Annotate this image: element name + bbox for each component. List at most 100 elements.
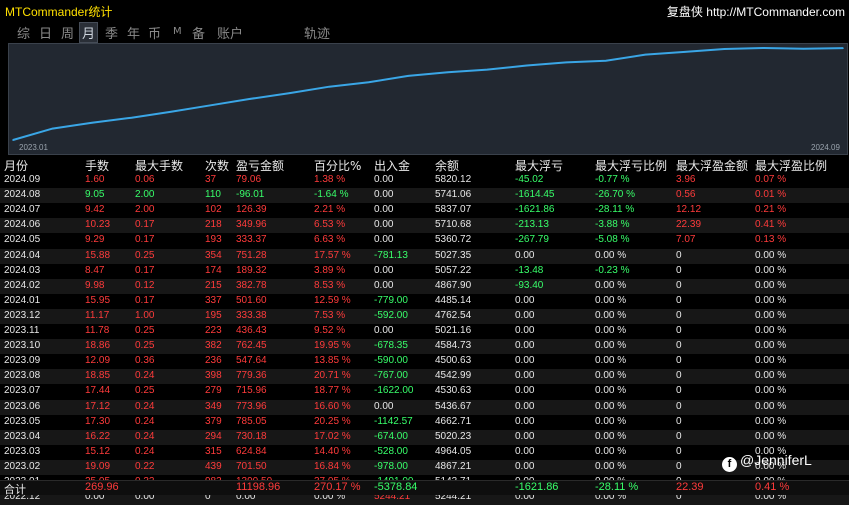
column-header-lots[interactable]: 手数 xyxy=(85,157,109,173)
cell-balance: 4662.71 xyxy=(435,415,472,427)
cell-pct: 1.38 % xyxy=(314,174,346,185)
column-header-max-float-loss-pct[interactable]: 最大浮亏比例 xyxy=(595,157,667,173)
table-row[interactable]: 2023.04 16.22 0.24 294 730.18 17.02 % -674.00 5… xyxy=(0,429,849,445)
cell-balance: 5057.22 xyxy=(435,264,472,276)
cell-pnl: 779.36 xyxy=(236,370,267,382)
tab-year[interactable]: 年 xyxy=(125,23,142,42)
column-header-pct[interactable]: 百分比% xyxy=(314,157,361,173)
column-header-pnl[interactable]: 盈亏金额 xyxy=(236,157,284,173)
cell-max-float-loss: 0.00 xyxy=(515,445,535,457)
cell-pnl: -96.01 xyxy=(236,189,265,201)
cell-max-float-loss-pct: 0.00 % xyxy=(595,355,627,367)
cell-max-lots: 0.24 xyxy=(135,415,155,427)
cell-count: 398 xyxy=(205,370,222,382)
tab-quarter[interactable]: 季 xyxy=(103,23,120,42)
tab-day[interactable]: 日 xyxy=(37,23,54,42)
watermark: f @JenniferL xyxy=(722,452,812,472)
cell-max-float-loss-pct: -0.23 % xyxy=(595,264,630,276)
cell-max-float-profit: 12.12 xyxy=(676,204,702,216)
cell-count: 193 xyxy=(205,234,222,246)
table-row[interactable]: 2024.02 9.98 0.12 215 382.78 8.53 % 0.00 4867.9… xyxy=(0,278,849,294)
table-row[interactable]: 2024.09 1.60 0.06 37 79.06 1.38 % 0.00 5820.12 -… xyxy=(0,173,849,188)
cell-max-float-loss: 0.00 xyxy=(515,385,535,397)
table-row[interactable]: 2023.07 17.44 0.25 279 715.96 18.77 % -1622.00… xyxy=(0,384,849,399)
cell-max-float-profit: 0 xyxy=(676,430,682,442)
table-row[interactable]: 2024.03 8.47 0.17 174 189.32 3.89 % 0.00 5057.2… xyxy=(0,264,849,279)
cell-max-lots: 0.25 xyxy=(135,325,155,336)
tab-overview[interactable]: 综 xyxy=(15,23,32,42)
column-header-count[interactable]: 次数 xyxy=(205,157,229,173)
cell-deposit: -590.00 xyxy=(374,355,408,367)
cell-pct: 6.63 % xyxy=(314,234,346,246)
cell-max-float-profit: 0 xyxy=(676,294,682,306)
table-row[interactable]: 2024.06 10.23 0.17 218 349.96 6.53 % 0.00 5710.… xyxy=(0,218,849,234)
cell-max-float-profit-pct: 0.00 % xyxy=(755,309,787,321)
column-header-max-float-profit-pct[interactable]: 最大浮盈比例 xyxy=(755,157,827,173)
table-row[interactable]: 2024.01 15.95 0.17 337 501.60 12.59 % -779.00 4… xyxy=(0,294,849,309)
column-header-max-float-loss[interactable]: 最大浮亏 xyxy=(515,157,563,173)
cell-max-float-profit-pct: 0.00 % xyxy=(755,249,787,261)
cell-max-lots: 0.22 xyxy=(135,460,155,472)
table-row[interactable]: 2023.06 17.12 0.24 349 773.96 16.60 % 0.00 5436… xyxy=(0,399,849,415)
brand[interactable]: 复盘侠 http://MTCommander.com xyxy=(667,3,845,20)
table-row[interactable]: 2023.08 18.85 0.24 398 779.36 20.71 % -767.00 4… xyxy=(0,369,849,385)
cell-max-lots: 0.06 xyxy=(135,174,155,185)
total-max-float-loss-pct: -28.11 % xyxy=(595,481,639,493)
cell-deposit: 0.00 xyxy=(374,204,394,216)
cell-max-float-profit: 0 xyxy=(676,309,682,321)
column-header-balance[interactable]: 余额 xyxy=(435,157,459,173)
tab-week[interactable]: 周 xyxy=(59,23,76,42)
cell-count: 223 xyxy=(205,325,222,336)
column-header-month[interactable]: 月份 xyxy=(4,157,28,173)
table-row[interactable]: 2024.05 9.29 0.17 193 333.37 6.63 % 0.00 5360.7… xyxy=(0,233,849,248)
cell-max-float-loss: -1614.45 xyxy=(515,189,555,201)
cell-max-float-loss-pct: 0.00 % xyxy=(595,430,627,442)
tab-notes[interactable]: 备 xyxy=(190,23,207,42)
column-header-deposit[interactable]: 出入金 xyxy=(374,157,410,173)
column-header-max-lots[interactable]: 最大手数 xyxy=(135,157,183,173)
facebook-icon: f xyxy=(722,457,737,472)
table-row[interactable]: 2023.11 11.78 0.25 223 436.43 9.52 % 0.00 5021.… xyxy=(0,324,849,339)
cell-max-float-profit: 3.96 xyxy=(676,174,696,185)
cell-max-float-loss: -213.13 xyxy=(515,219,549,231)
cell-deposit: -767.00 xyxy=(374,370,408,382)
table-row[interactable]: 2024.04 15.88 0.25 354 751.28 17.57 % -781.13 5… xyxy=(0,248,849,264)
equity-point xyxy=(842,47,844,49)
cell-max-float-profit-pct: 0.00 % xyxy=(755,370,787,382)
cell-lots: 15.88 xyxy=(85,249,111,261)
cell-balance: 4530.63 xyxy=(435,385,472,397)
cell-balance: 4762.54 xyxy=(435,309,472,321)
tab-currency[interactable]: 币 xyxy=(146,23,163,42)
cell-balance: 5436.67 xyxy=(435,400,472,412)
table-row[interactable]: 2023.05 17.30 0.24 379 785.05 20.25 % -1142.57… xyxy=(0,415,849,430)
cell-pct: 16.60 % xyxy=(314,400,351,412)
tab-m[interactable]: M xyxy=(171,26,184,37)
equity-point xyxy=(209,104,212,107)
table-row[interactable]: 2023.09 12.09 0.36 236 547.64 13.85 % -590.00 4… xyxy=(0,354,849,369)
equity-point xyxy=(446,71,449,74)
cell-max-float-loss: -267.79 xyxy=(515,234,549,246)
cell-pct: 20.25 % xyxy=(314,415,351,427)
tab-trajectory[interactable]: 轨迹 xyxy=(302,23,332,42)
brand-url[interactable]: http://MTCommander.com xyxy=(706,5,845,19)
cell-max-float-profit-pct: 0.01 % xyxy=(755,189,787,201)
cell-pnl: 715.96 xyxy=(236,385,267,397)
cell-deposit: -978.00 xyxy=(374,460,408,472)
tab-month[interactable]: 月 xyxy=(79,22,99,43)
cell-deposit: -674.00 xyxy=(374,430,408,442)
cell-lots: 17.44 xyxy=(85,385,111,397)
period-tabs: 综 日 周 月 季 年 币 M 备 账户 轨迹 xyxy=(0,20,849,43)
cell-count: 379 xyxy=(205,415,222,427)
table-row[interactable]: 2024.08 9.05 2.00 110 -96.01 -1.64 % 0.00 5741.… xyxy=(0,188,849,204)
cell-month: 2024.09 xyxy=(4,174,41,185)
equity-point xyxy=(170,110,172,113)
table-row[interactable]: 2023.10 18.86 0.25 382 762.45 19.95 % -678.35 4… xyxy=(0,339,849,355)
cell-count: 337 xyxy=(205,294,222,306)
cell-pnl: 762.45 xyxy=(236,340,267,352)
tab-account[interactable]: 账户 xyxy=(215,23,245,42)
table-row[interactable]: 2023.12 11.17 1.00 195 333.38 7.53 % -592.00 47… xyxy=(0,308,849,324)
table-row[interactable]: 2024.07 9.42 2.00 102 126.39 2.21 % 0.00 5837.0… xyxy=(0,203,849,218)
column-header-max-float-profit[interactable]: 最大浮盈金额 xyxy=(676,157,748,173)
cell-lots: 17.12 xyxy=(85,400,111,412)
cell-max-lots: 0.24 xyxy=(135,400,155,412)
